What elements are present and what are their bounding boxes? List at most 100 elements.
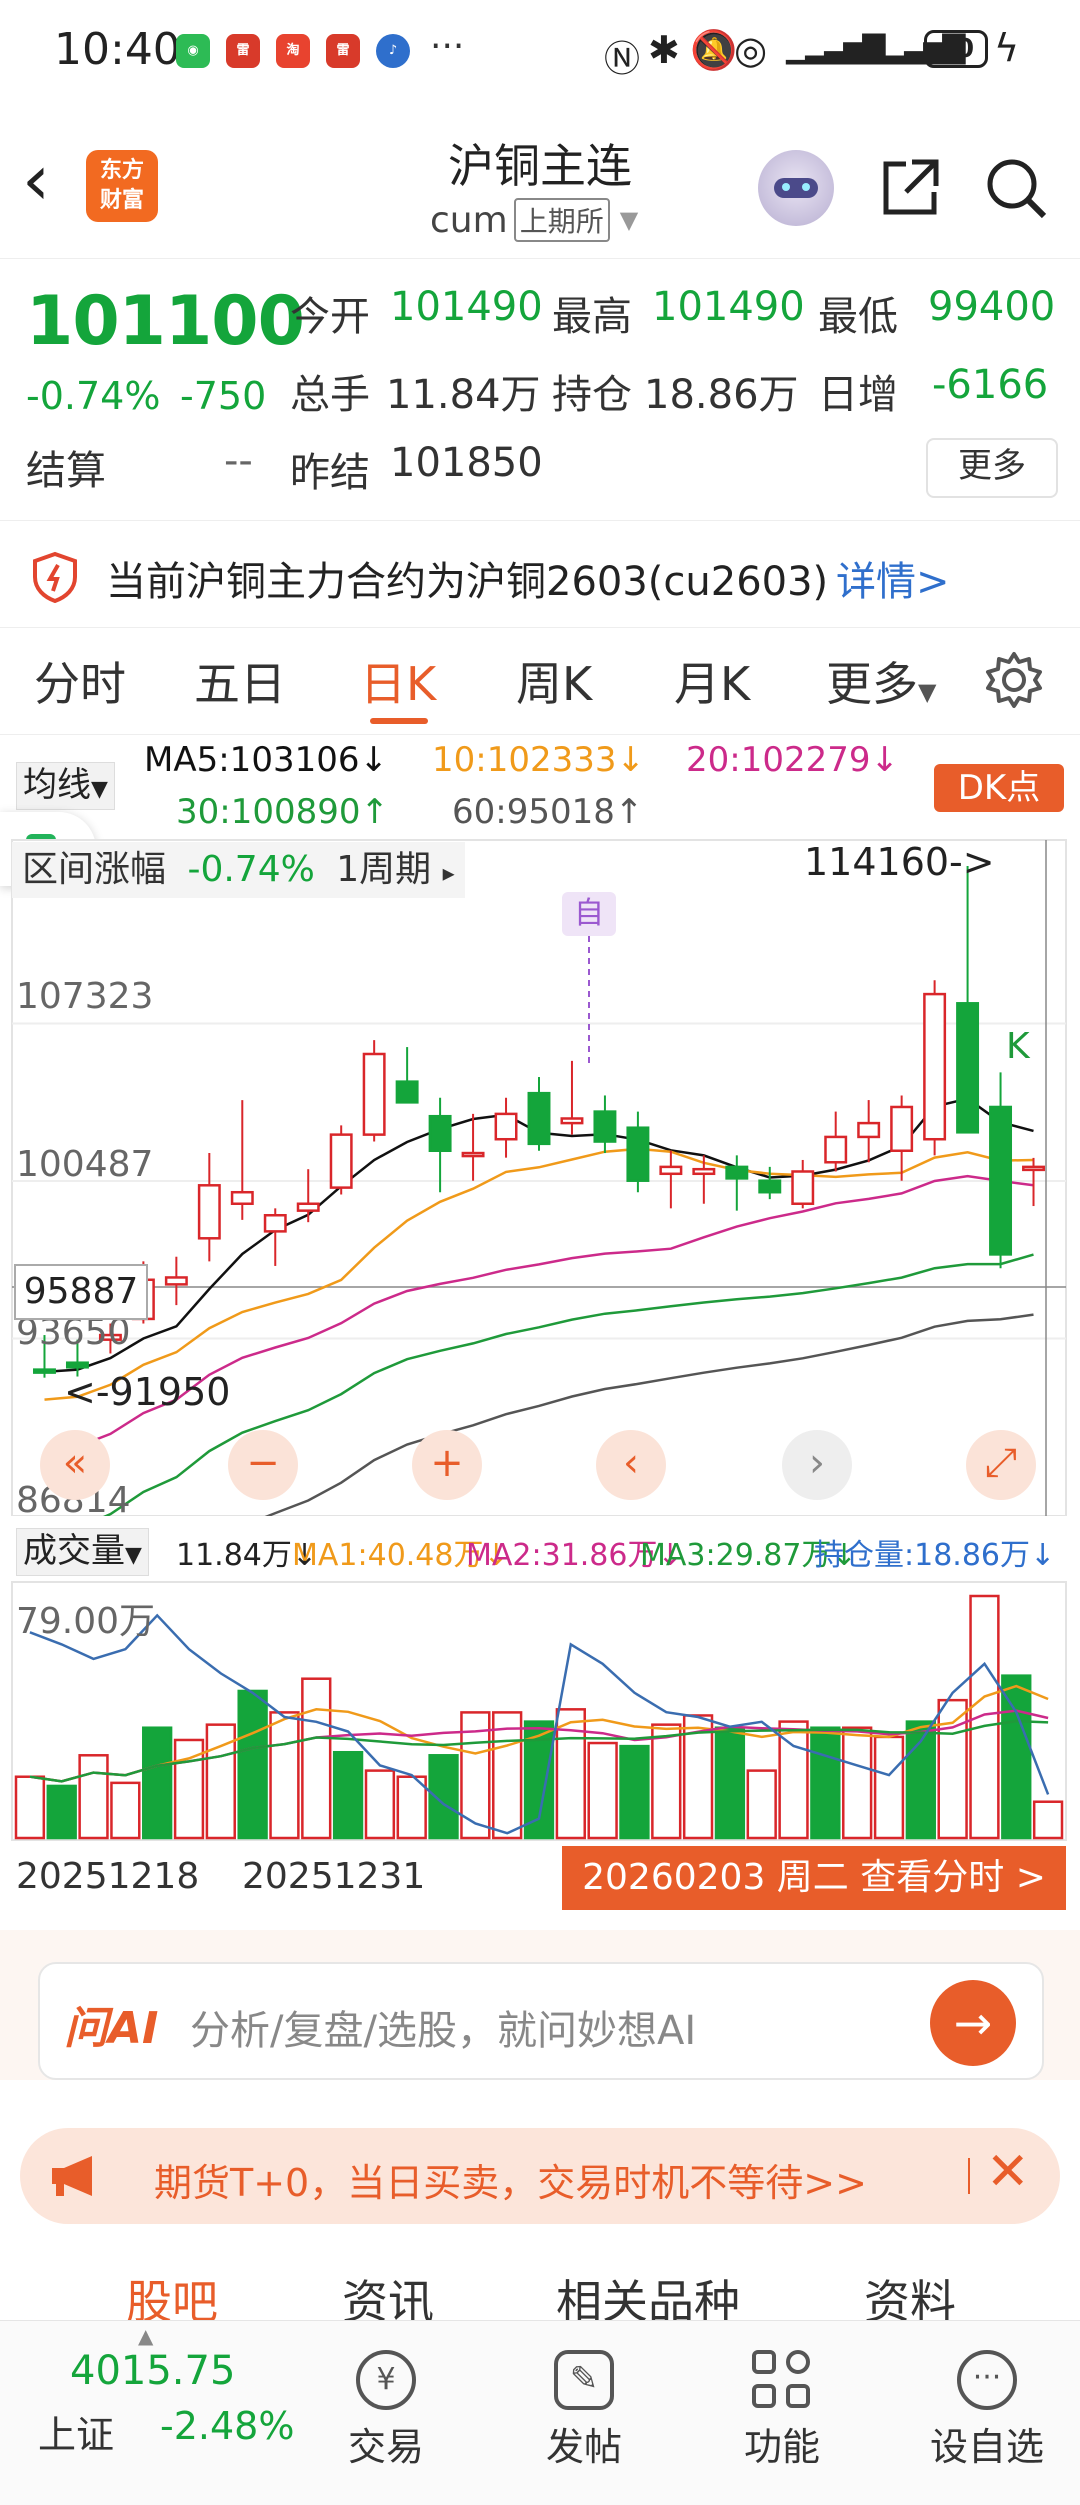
low-marker: <-91950 [64, 1370, 231, 1414]
k-signal-marker: K [1006, 1026, 1030, 1067]
notice-bar[interactable]: 当前沪铜主力合约为沪铜2603(cu2603) 详情> [0, 520, 1080, 628]
range-value: -0.74% [187, 849, 315, 890]
move-right-icon[interactable]: › [782, 1430, 852, 1500]
candle-body [593, 1110, 617, 1143]
volume-bar [1032, 1800, 1064, 1840]
zoom-in-icon[interactable]: + [412, 1430, 482, 1500]
volume-bar [14, 1775, 46, 1840]
eastmoney-logo: 东方 财富 [86, 150, 158, 222]
kline-chart[interactable] [0, 836, 1080, 1516]
open-label: 今开 [290, 294, 370, 340]
volume-bar [873, 1735, 905, 1840]
ai-search-bar[interactable]: 问AI 分析/复盘/选股，就问妙想AI → [38, 1962, 1044, 2080]
nav-add-watchlist[interactable]: ··· 设自选 [922, 2350, 1052, 2471]
volume-indicator-select[interactable]: 成交量▼ [16, 1528, 149, 1576]
view-intraday-button[interactable]: 20260203 周二 查看分时 > [562, 1846, 1066, 1910]
tab-monthly-k[interactable]: 月K [674, 648, 750, 714]
arrow-right-icon[interactable]: → [930, 1980, 1016, 2066]
daily-inc-label: 日增 [818, 372, 898, 418]
high-label: 最高 [552, 294, 632, 340]
promo-banner[interactable]: 期货T+0，当日买卖，交易时机不等待>> ✕ [20, 2128, 1060, 2224]
megaphone-icon [52, 2156, 92, 2196]
page-title: 沪铜主连 [448, 139, 632, 193]
more-dots-icon: ··· [957, 2350, 1017, 2410]
leisu-icon: 雷 [226, 34, 260, 68]
volume-chart[interactable] [0, 1580, 1080, 1842]
change-pct: -0.74% [26, 374, 161, 418]
candle-body [494, 1112, 518, 1141]
notice-detail-link[interactable]: 详情> [836, 549, 950, 607]
volume-bar [1001, 1674, 1032, 1840]
y-axis-label: 107323 [16, 976, 154, 1017]
close-icon[interactable]: ✕ [986, 2142, 1030, 2202]
ai-input-placeholder: 分析/复盘/选股，就问妙想AI [190, 2008, 697, 2054]
caret-up-icon: ▲ [138, 2324, 154, 2348]
tab-daily-k[interactable]: 日K [360, 648, 436, 714]
nav-add-watchlist-label: 设自选 [929, 2425, 1044, 2469]
settings-gear-icon[interactable] [984, 650, 1044, 710]
candle-body [527, 1091, 551, 1146]
candle-body [230, 1190, 254, 1205]
open-value: 101490 [390, 284, 543, 330]
share-icon[interactable] [876, 154, 944, 222]
rewind-double-left-icon[interactable]: « [40, 1430, 110, 1500]
indicator-select[interactable]: 均线▼ [16, 762, 115, 810]
high-value: 101490 [652, 284, 805, 330]
range-change-box[interactable]: 区间涨幅 -0.74% 1周期 ▸ [12, 842, 465, 898]
back-arrow-icon[interactable]: ‹ [22, 145, 50, 215]
taobao-icon: 淘 [276, 34, 310, 68]
tab-weekly-k[interactable]: 周K [516, 648, 592, 714]
chevron-down-icon: ▼ [619, 206, 639, 234]
volume-bar [651, 1723, 682, 1840]
battery-level: 40 [937, 34, 975, 64]
wechat-icon: ◉ [176, 34, 210, 68]
volume-bar [364, 1769, 396, 1840]
quote-panel: 101100 -0.74% -750 结算 -- 今开 101490 最高 10… [0, 260, 1080, 518]
nav-functions[interactable]: 功能 [722, 2350, 842, 2471]
more-button[interactable]: 更多 [926, 438, 1058, 498]
ask-ai-logo: 问AI [64, 2003, 159, 2054]
mute-icon: 🔕 [690, 28, 738, 72]
fullscreen-icon[interactable]: ⤢ [966, 1430, 1036, 1500]
index-value[interactable]: 4015.75 [70, 2348, 235, 2394]
low-value: 99400 [928, 284, 1056, 330]
dk-point-button[interactable]: DK点 [934, 764, 1064, 812]
status-bar: 10:40 ◉ 雷 淘 雷 ♪ ··· Ⓝ ✱ 🔕 ◎ ▁▂▃▅▇ ▁▂▃▅▇ … [0, 0, 1080, 100]
volume-bar [492, 1711, 523, 1840]
chevron-right-icon: ▸ [442, 859, 455, 887]
period-label: 1周期 [336, 849, 432, 890]
nav-trade[interactable]: ¥ 交易 [326, 2350, 446, 2471]
nav-trade-label: 交易 [347, 2425, 424, 2469]
promo-text: 期货T+0，当日买卖，交易时机不等待>> [154, 2161, 867, 2205]
robot-avatar-icon[interactable] [758, 150, 834, 226]
self-select-marker[interactable]: 自 [562, 892, 616, 936]
tab-intraday[interactable]: 分时 [34, 648, 126, 714]
volume-bar [714, 1726, 746, 1840]
ma20-legend: 20:102279↓ [686, 740, 899, 780]
volume-bar [396, 1775, 427, 1840]
nav-post[interactable]: ✎ 发帖 [524, 2350, 644, 2471]
candle-body [362, 1052, 386, 1136]
candle-body [890, 1105, 914, 1153]
tab-five-day[interactable]: 五日 [194, 648, 286, 714]
candle-body [560, 1117, 584, 1125]
contract-code-row[interactable]: cum 上期所 ▼ [430, 198, 638, 242]
move-left-icon[interactable]: ‹ [596, 1430, 666, 1500]
music-icon: ♪ [376, 34, 410, 68]
tab-more[interactable]: 更多▼ [826, 648, 936, 714]
trade-icon: ¥ [356, 2350, 416, 2410]
grid-apps-icon [752, 2350, 812, 2410]
candle-body [791, 1170, 815, 1205]
zoom-out-icon[interactable]: − [228, 1430, 298, 1500]
candle-body [626, 1126, 650, 1182]
indicator-select-label: 均线 [23, 765, 91, 805]
bluetooth-icon: ✱ [648, 28, 680, 72]
logo-line2: 财富 [99, 188, 144, 213]
crosshair-price-label: 95887 [14, 1264, 148, 1320]
volume-bar [301, 1677, 332, 1840]
candle-body [65, 1361, 89, 1369]
search-icon[interactable] [982, 154, 1050, 222]
candle-body [725, 1165, 749, 1180]
active-tab-indicator [370, 718, 428, 724]
volume-select-label: 成交量 [23, 1531, 125, 1571]
